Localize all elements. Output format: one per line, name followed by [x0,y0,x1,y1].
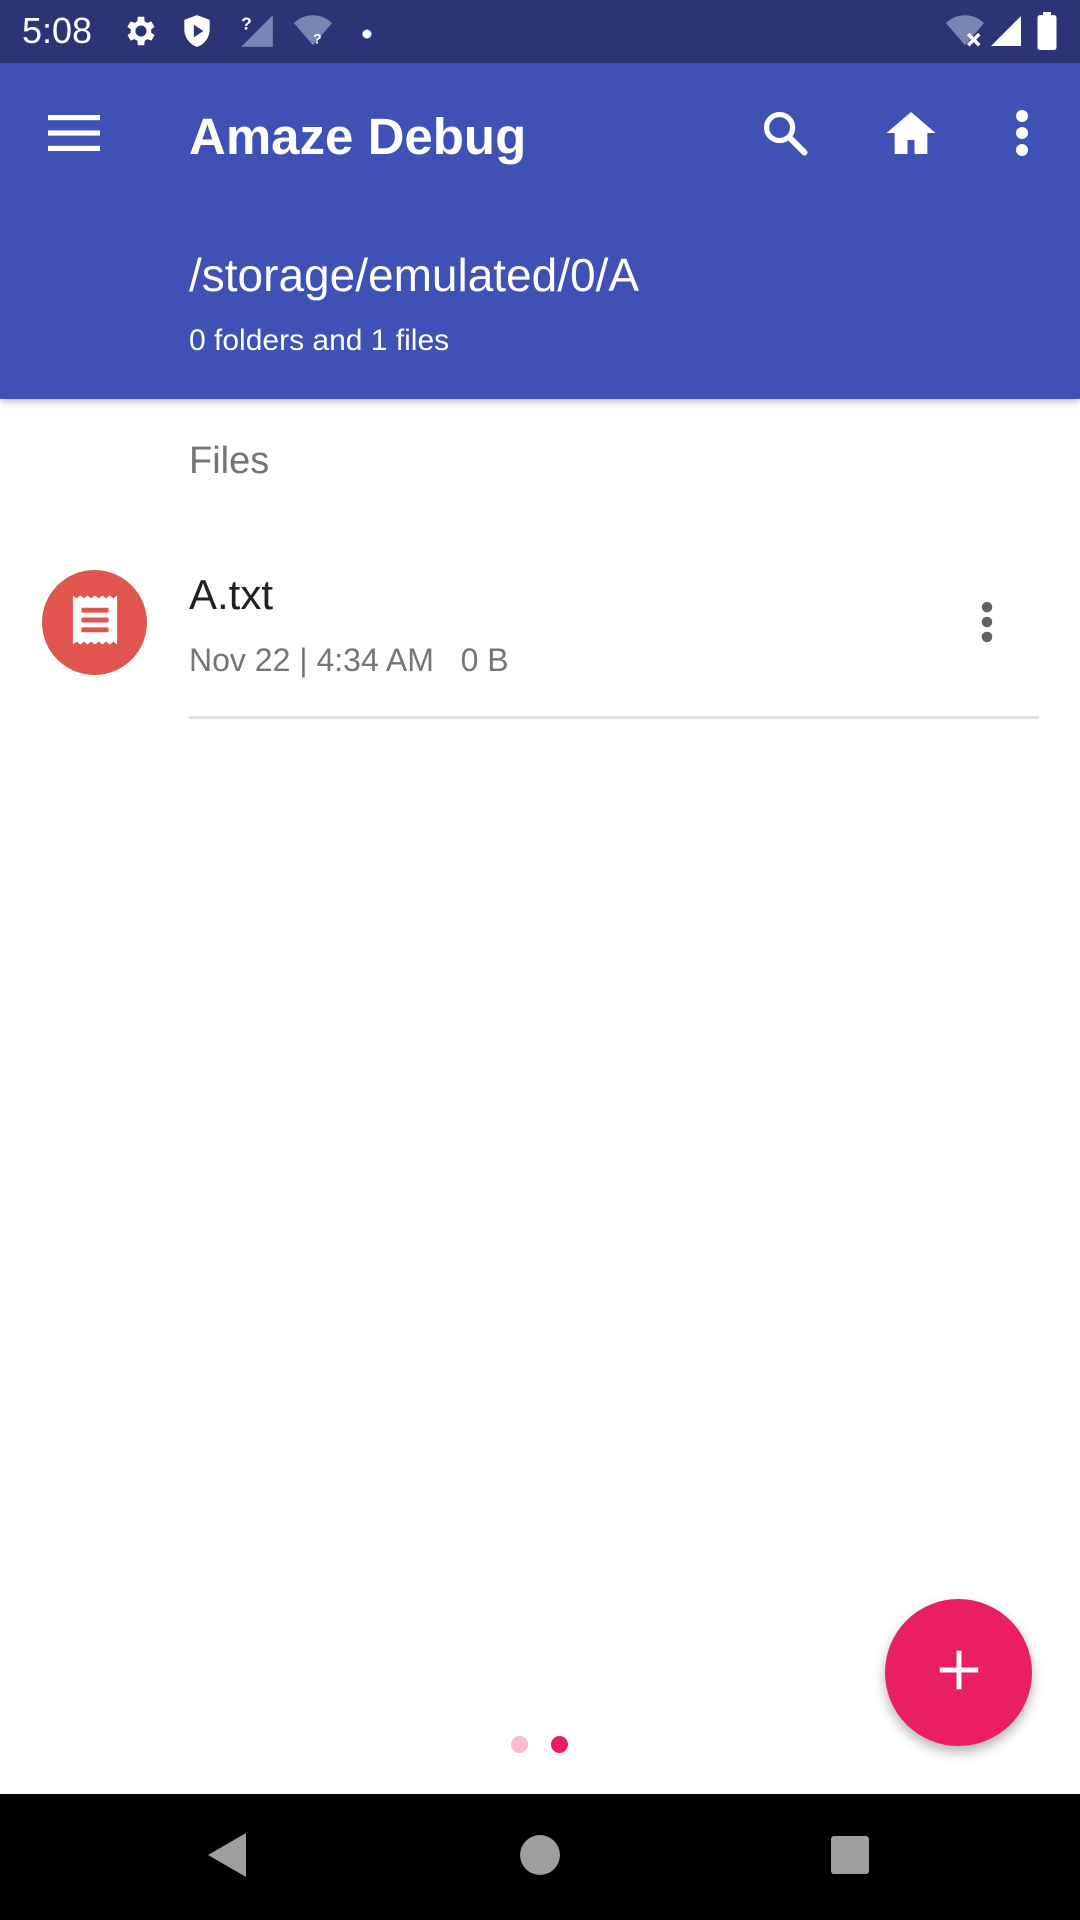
plus-icon [938,1649,980,1696]
home-circle-icon [519,1834,561,1881]
wifi-unknown-icon: ? [292,12,334,55]
add-fab-button[interactable] [885,1599,1032,1746]
status-time: 5:08 [22,10,93,51]
page-indicator-dot-1[interactable] [511,1736,528,1753]
home-icon [883,105,939,166]
back-button[interactable] [178,1814,274,1900]
app-title: Amaze Debug [189,108,527,165]
signal-unknown-icon: ? [238,12,276,55]
search-button[interactable] [737,87,833,183]
svg-text:?: ? [241,13,252,33]
text-file-icon [70,593,120,652]
wifi-off-icon [944,12,986,55]
page-indicator-dot-2[interactable] [551,1736,568,1753]
current-path[interactable]: /storage/emulated/0/A [189,248,639,302]
search-icon [759,107,811,164]
file-options-button[interactable] [939,576,1035,672]
navigation-bar [0,1794,1080,1920]
file-name: A.txt [189,571,274,618]
home-nav-button[interactable] [492,1814,588,1900]
status-bar: 5:08 ? ? [0,0,1080,63]
more-options-button[interactable] [974,87,1070,183]
gear-icon [122,12,160,55]
file-meta: Nov 22 | 4:34 AM 0 B [189,642,509,678]
menu-icon [48,113,100,158]
section-header-files: Files [189,440,270,482]
file-list-item[interactable]: A.txt Nov 22 | 4:34 AM 0 B [0,540,1080,720]
recents-icon [830,1835,870,1880]
app-bar: Amaze Debug /storage/emulated/0/A 0 fold… [0,63,1080,399]
more-vert-icon [1014,109,1030,162]
divider [189,716,1039,719]
more-vert-icon [980,600,994,649]
cell-signal-icon [988,12,1024,55]
battery-icon [1036,12,1058,55]
notification-dot-icon [362,26,372,44]
svg-text:?: ? [313,32,322,48]
menu-button[interactable] [26,87,122,183]
folder-summary: 0 folders and 1 files [189,324,450,357]
recents-button[interactable] [802,1814,898,1900]
shield-icon [178,12,216,55]
home-button[interactable] [863,87,959,183]
file-thumbnail[interactable] [42,570,147,675]
back-icon [204,1831,248,1884]
